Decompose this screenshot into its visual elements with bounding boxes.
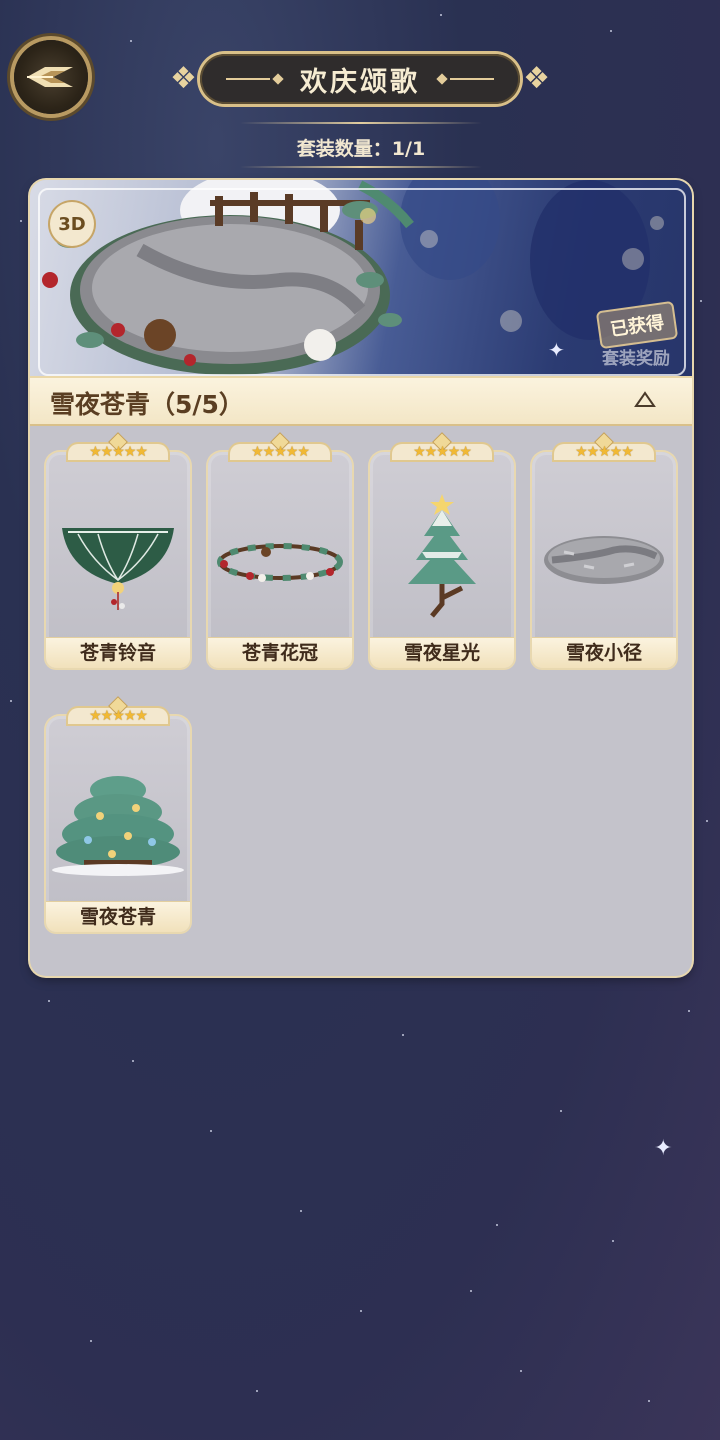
sparkle-icon: ✦ <box>654 1136 673 1161</box>
item-card[interactable]: ★★★★★ 雪夜苍青 <box>46 697 190 932</box>
collapse-arrow-icon[interactable] <box>634 390 656 408</box>
view-3d-button[interactable]: 3D <box>50 202 94 246</box>
item-card[interactable]: ★★★★★ 苍青花冠 <box>208 433 352 668</box>
item-name: 苍青花冠 <box>208 638 352 668</box>
item-stars: ★★★★★ <box>575 444 634 460</box>
item-stars: ★★★★★ <box>251 444 310 460</box>
set-count: 套装数量：1/1 <box>240 118 482 170</box>
bell-canopy-icon <box>62 528 174 610</box>
large-tree-icon <box>52 776 184 876</box>
set-panel: ✦ 3D 已获得 套装奖励 雪夜苍青（5/5） ★★★★★ 苍青铃音 ★★★★★… <box>30 180 692 976</box>
set-reward-label: 套装奖励 <box>602 349 670 369</box>
item-stars: ★★★★★ <box>89 444 148 460</box>
item-name: 雪夜小径 <box>532 638 676 668</box>
stone-path-icon <box>544 536 664 584</box>
set-header[interactable]: 雪夜苍青（5/5） <box>30 376 692 426</box>
item-name: 雪夜苍青 <box>46 902 190 932</box>
page-title: 欢庆颂歌 <box>300 66 420 98</box>
left-ornament-icon: ❖ <box>170 61 197 96</box>
set-count-label: 套装数量：1/1 <box>296 138 426 160</box>
item-name: 雪夜星光 <box>370 638 514 668</box>
back-arrow-icon <box>27 67 73 87</box>
item-card[interactable]: ★★★★★ 雪夜星光 <box>370 433 514 668</box>
set-name: 雪夜苍青（5/5） <box>50 390 244 419</box>
item-card[interactable]: ★★★★★ 苍青铃音 <box>46 433 190 668</box>
item-stars: ★★★★★ <box>413 444 472 460</box>
item-card[interactable]: ★★★★★ 雪夜小径 <box>532 433 676 668</box>
item-name: 苍青铃音 <box>46 638 190 668</box>
set-preview-banner[interactable]: ✦ 3D 已获得 套装奖励 <box>30 180 692 380</box>
right-ornament-icon: ❖ <box>523 61 550 96</box>
wreath-icon <box>217 543 343 582</box>
star-tree-icon <box>408 494 476 618</box>
item-stars: ★★★★★ <box>89 708 148 724</box>
title-banner: ❖ 欢庆颂歌 ❖ <box>170 54 550 108</box>
back-button[interactable] <box>14 40 88 114</box>
